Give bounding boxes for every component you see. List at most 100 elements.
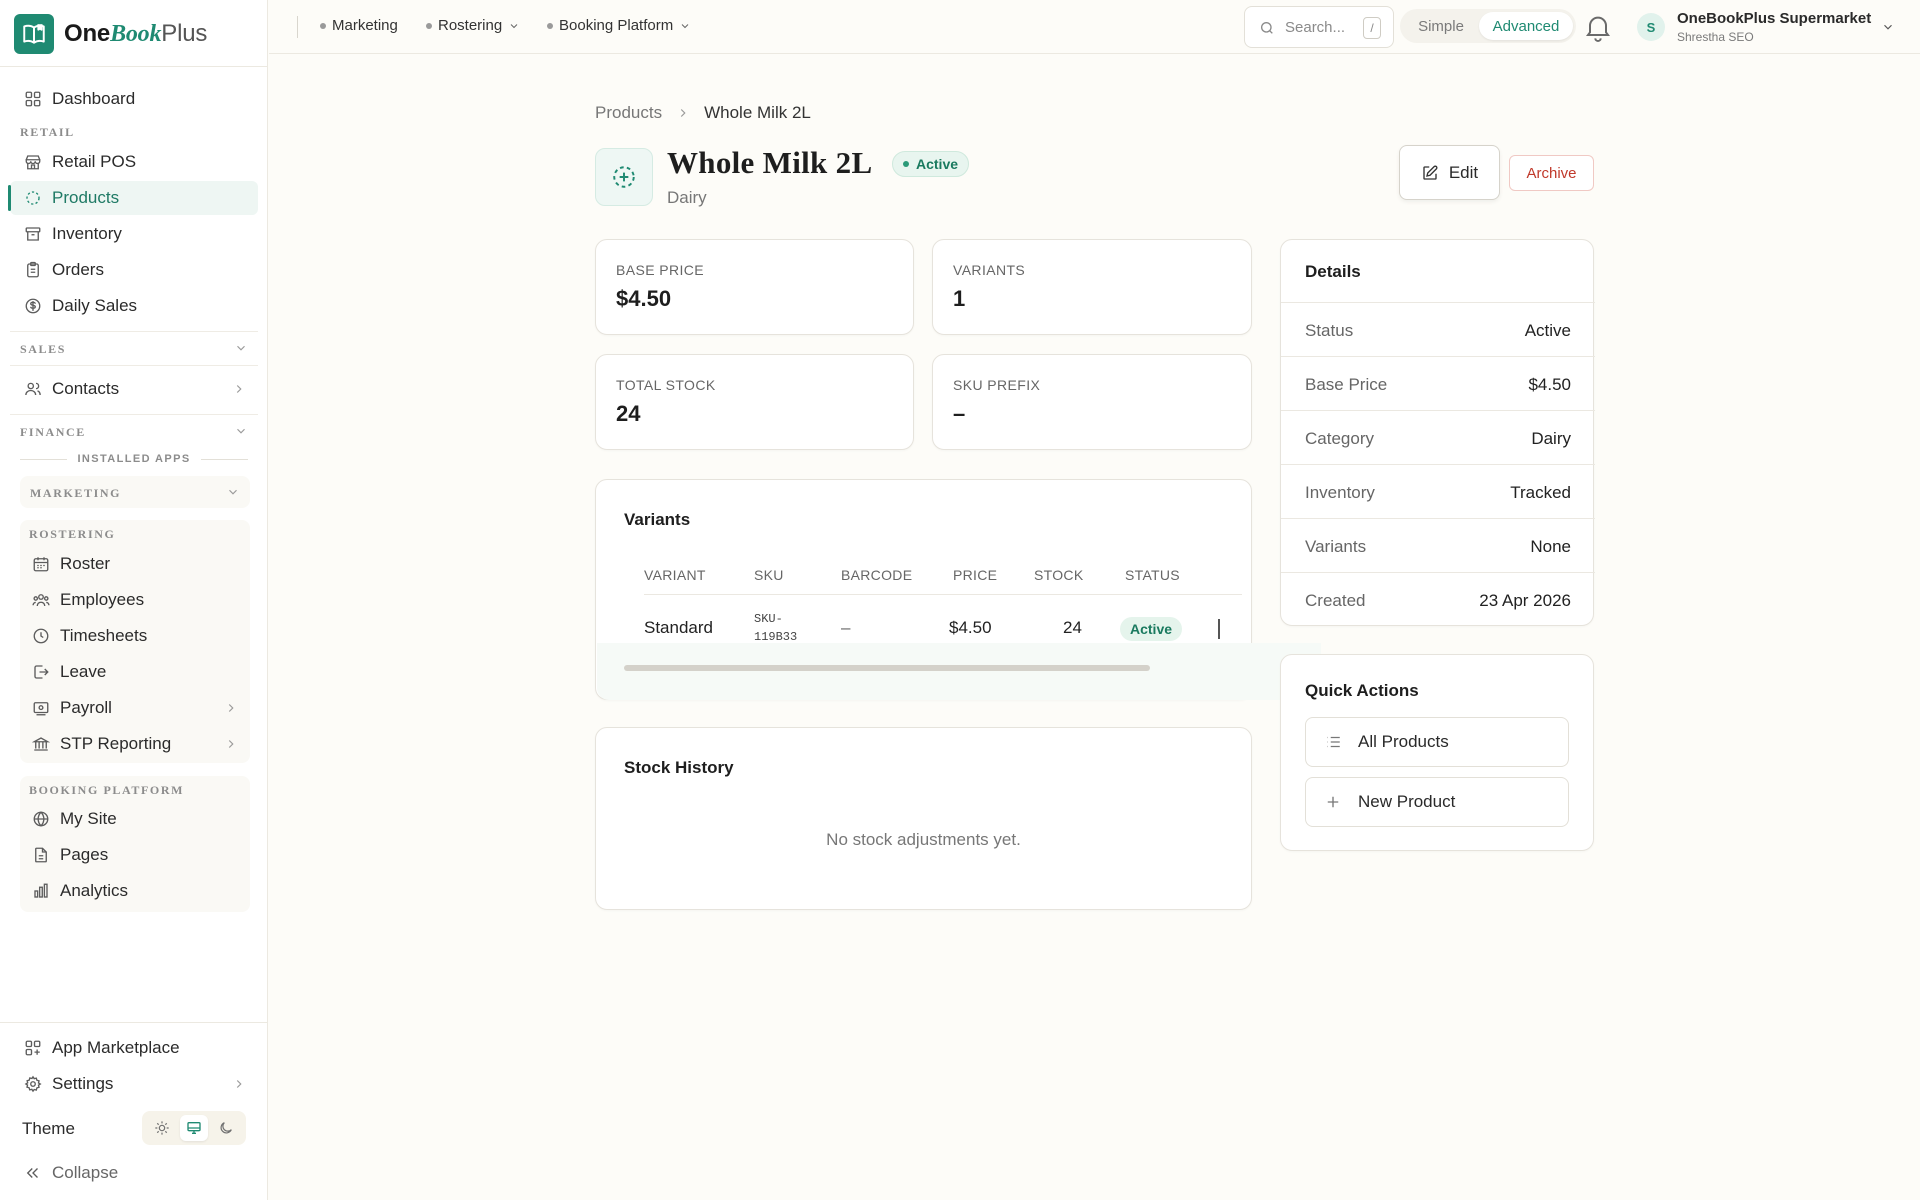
breadcrumb-current: Whole Milk 2L (704, 103, 811, 122)
divider (0, 1022, 268, 1023)
sidebar-item-daily-sales[interactable]: Daily Sales (10, 289, 258, 323)
sidebar-item-analytics[interactable]: Analytics (20, 874, 250, 908)
sidebar-item-stp-reporting[interactable]: STP Reporting (20, 727, 250, 761)
sidebar-item-timesheets[interactable]: Timesheets (20, 619, 250, 653)
brand-name: OneBookPlus (64, 20, 207, 48)
sidebar-item-leave[interactable]: Leave (20, 655, 250, 689)
moon-icon (220, 1122, 232, 1134)
new-product-label: New Product (1358, 792, 1456, 811)
product-category: Dairy (667, 188, 707, 207)
section-toggle-sales[interactable]: SALES (10, 333, 258, 363)
section-label-marketing: MARKETING (30, 486, 122, 500)
sidebar-item-label: Employees (60, 590, 145, 609)
sidebar-item-pages[interactable]: Pages (20, 838, 250, 872)
section-toggle-marketing[interactable]: MARKETING (20, 477, 250, 507)
sidebar-item-label: Daily Sales (52, 296, 138, 315)
topnav-rostering[interactable]: Rostering (426, 17, 520, 34)
theme-system-button[interactable] (180, 1115, 208, 1141)
topbar: Marketing Rostering Booking Platform / S… (269, 0, 1920, 54)
sidebar-item-retail-pos[interactable]: Retail POS (10, 145, 258, 179)
archive-button[interactable]: Archive (1509, 155, 1594, 191)
brand-logo[interactable]: OneBookPlus (14, 14, 207, 54)
section-label-booking-platform: BOOKING PLATFORM (29, 783, 185, 797)
stat-card-total-stock: TOTAL STOCK 24 (595, 354, 914, 450)
clock-icon (33, 628, 49, 644)
search-box[interactable]: / (1244, 6, 1394, 48)
theme-light-button[interactable] (148, 1115, 176, 1141)
brand-part-one: One (64, 20, 111, 47)
divider (0, 66, 268, 67)
status-dot (320, 22, 326, 29)
stat-label: SKU PREFIX (953, 377, 1041, 393)
chevron-right-icon (236, 385, 242, 393)
stock-history-title: Stock History (624, 758, 734, 777)
stat-card-sku-prefix: SKU PREFIX – (932, 354, 1252, 450)
column-header-stock: STOCK (1034, 567, 1084, 583)
sidebar-item-label: Contacts (52, 379, 120, 398)
sidebar-item-contacts[interactable]: Contacts (10, 372, 258, 406)
sidebar-item-payroll[interactable]: Payroll (20, 691, 250, 725)
detail-key: Status (1305, 321, 1354, 340)
section-label-rostering: ROSTERING (29, 527, 116, 541)
notifications-button[interactable] (1582, 11, 1614, 43)
column-header-barcode: BARCODE (841, 567, 913, 583)
sidebar-item-label: Analytics (60, 881, 129, 900)
product-icon (595, 148, 653, 206)
column-header-variant: VARIANT (644, 567, 706, 583)
sidebar-item-dashboard[interactable]: Dashboard (10, 82, 258, 116)
variant-price: $4.50 (949, 618, 992, 637)
column-header-status: STATUS (1125, 567, 1180, 583)
chevron-down-icon[interactable] (1881, 20, 1895, 34)
all-products-button[interactable]: All Products (1305, 717, 1569, 767)
stat-card-base-price: BASE PRICE $4.50 (595, 239, 914, 335)
sidebar-item-employees[interactable]: Employees (20, 583, 250, 617)
org-name[interactable]: OneBookPlus Supermarket (1677, 10, 1871, 27)
variant-barcode: – (841, 618, 851, 637)
details-card: Details Status Active Base Price $4.50 C… (1280, 239, 1595, 626)
mode-advanced-button[interactable]: Advanced (1479, 12, 1573, 40)
gear-icon (24, 1075, 42, 1093)
stat-card-variants: VARIANTS 1 (932, 239, 1252, 335)
status-dot (547, 22, 553, 29)
monitor-icon (187, 1122, 201, 1134)
detail-key: Created (1305, 591, 1366, 610)
sidebar-item-my-site[interactable]: My Site (20, 802, 250, 836)
detail-key: Base Price (1305, 375, 1388, 394)
sidebar-item-inventory[interactable]: Inventory (10, 217, 258, 251)
new-product-button[interactable]: New Product (1305, 777, 1569, 827)
detail-row-base-price: Base Price $4.50 (1281, 356, 1595, 410)
stat-label: VARIANTS (953, 262, 1026, 278)
topnav-marketing[interactable]: Marketing (320, 17, 398, 34)
sun-icon (155, 1121, 169, 1135)
search-icon (1261, 22, 1273, 34)
search-input[interactable] (1285, 17, 1355, 37)
breadcrumb-link-products[interactable]: Products (595, 103, 662, 123)
sidebar-item-products[interactable]: Products (8, 181, 258, 215)
sidebar-item-roster[interactable]: Roster (20, 547, 250, 581)
sidebar-item-label: Timesheets (60, 626, 148, 645)
sidebar-item-settings[interactable]: Settings (10, 1067, 258, 1101)
section-toggle-finance[interactable]: FINANCE (10, 416, 258, 446)
bell-icon (1586, 16, 1610, 42)
book-logo-icon (14, 14, 54, 54)
divider (10, 365, 258, 366)
list-icon (1327, 736, 1340, 748)
sidebar-item-app-marketplace[interactable]: App Marketplace (10, 1031, 258, 1065)
horizontal-scrollbar[interactable] (624, 665, 1150, 671)
edit-button[interactable]: Edit (1399, 145, 1500, 200)
edit-icon (1423, 165, 1438, 180)
avatar[interactable]: S (1637, 13, 1665, 41)
sidebar-item-orders[interactable]: Orders (10, 253, 258, 287)
detail-row-inventory: Inventory Tracked (1281, 464, 1595, 518)
sidebar-item-label: Retail POS (52, 152, 137, 171)
topnav-booking-platform[interactable]: Booking Platform (547, 17, 691, 34)
sidebar-item-label: STP Reporting (60, 734, 172, 753)
theme-dark-button[interactable] (212, 1115, 240, 1141)
stat-value: 24 (616, 401, 641, 426)
section-label-sales: SALES (20, 342, 67, 356)
status-badge: Active (1120, 617, 1183, 641)
mode-simple-button[interactable]: Simple (1403, 12, 1479, 40)
log-out-icon (34, 665, 49, 679)
collapse-sidebar-button[interactable]: Collapse (10, 1156, 258, 1190)
stat-label: TOTAL STOCK (616, 377, 716, 393)
